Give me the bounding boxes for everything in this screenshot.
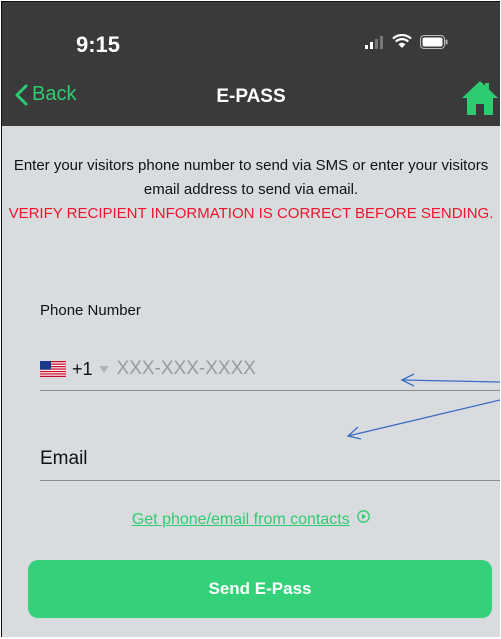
epass-form: Enter your visitors phone number to send… xyxy=(2,126,500,637)
phone-input[interactable] xyxy=(116,358,317,380)
wifi-icon xyxy=(392,34,412,48)
send-epass-button[interactable]: Send E-Pass xyxy=(28,560,492,618)
us-flag-icon[interactable] xyxy=(40,361,66,377)
email-input[interactable] xyxy=(40,448,340,470)
email-field[interactable] xyxy=(40,438,500,481)
home-icon[interactable] xyxy=(460,78,500,118)
app-screen: 9:15 Back E-PASS Enter your visitors pho… xyxy=(1,1,500,637)
warning-text: VERIFY RECIPIENT INFORMATION IS CORRECT … xyxy=(8,205,494,222)
phone-number-label: Phone Number xyxy=(40,302,141,319)
instructions: Enter your visitors phone number to send… xyxy=(8,154,494,226)
caret-down-icon[interactable] xyxy=(98,365,109,373)
cellular-signal-icon xyxy=(365,35,383,49)
battery-icon xyxy=(420,34,448,49)
contacts-link-label[interactable]: Get phone/email from contacts xyxy=(132,511,350,528)
page-title: E-PASS xyxy=(216,86,286,107)
status-time: 9:15 xyxy=(76,32,121,57)
phone-field[interactable]: +1 xyxy=(40,348,500,391)
status-bar: 9:15 xyxy=(2,2,500,70)
contacts-link[interactable]: Get phone/email from contacts xyxy=(2,510,500,529)
country-code[interactable]: +1 xyxy=(72,359,93,380)
status-icons xyxy=(364,34,448,49)
play-circle-icon[interactable] xyxy=(357,510,371,523)
instructions-text: Enter your visitors phone number to send… xyxy=(13,157,489,198)
navigation-bar: Back E-PASS xyxy=(2,70,500,126)
